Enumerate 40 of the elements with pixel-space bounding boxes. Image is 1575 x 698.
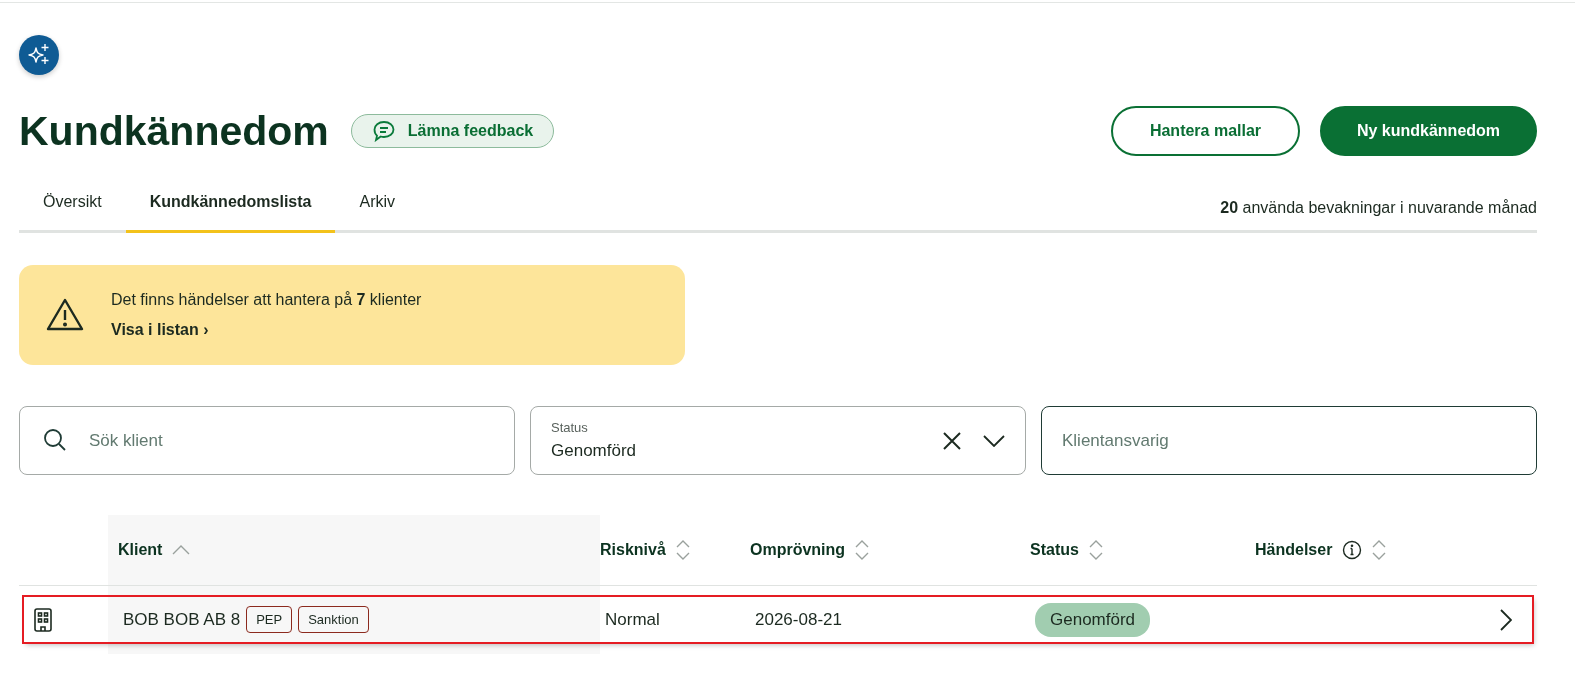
warning-icon [45,297,85,333]
column-header[interactable]: Status [1030,541,1079,559]
usage-text: 20 använda bevakningar i nuvarande månad [1220,198,1537,217]
chat-bubble-icon [371,120,396,142]
search-field[interactable]: Sök klient [19,406,515,475]
tab[interactable]: Arkiv [335,173,420,233]
table-cell: Normal [605,609,660,630]
field-value: Genomförd [551,441,638,461]
sort-icon[interactable] [1088,539,1103,561]
column-header[interactable]: Klient [118,541,163,559]
alert-message: Det finns händelser att hantera på 7 klienter [111,291,422,309]
secondary-button[interactable]: Hantera mallar [1111,106,1300,156]
info-icon[interactable] [1342,540,1363,560]
table-cell: 2026-08-21 [755,609,842,630]
status-dropdown[interactable]: Status Genomförd [530,406,1026,475]
column-header[interactable]: Händelser [1255,541,1333,559]
sort-icon[interactable] [1372,539,1387,561]
field-label: Status [551,420,589,435]
chevron-down-icon[interactable] [983,434,1005,447]
chevron-right-icon[interactable] [1500,608,1512,631]
sort-icon[interactable] [675,539,690,561]
status-pill: Genomförd [1035,602,1151,637]
search-icon [43,428,67,452]
tag: PEP [246,606,293,633]
feedback-button[interactable]: Lämna feedback [350,114,555,148]
tab[interactable]: Översikt [19,173,126,233]
clear-icon[interactable] [943,431,961,450]
table-row[interactable]: BOB BOB AB 8 PEP Sanktion Normal 2026-08-21 Genomförd [24,597,1532,642]
responsible-field[interactable]: Klientansvarig [1041,406,1537,475]
page-title: Kundkännedom [19,107,329,155]
show-in-list-link[interactable]: Visa i listan › [111,321,422,339]
sort-icon[interactable] [855,539,870,561]
column-header[interactable]: Risknivå [600,541,666,559]
tab[interactable]: Kundkännedomslista [125,173,336,233]
column-header[interactable]: Omprövning [750,541,846,559]
building-icon [34,607,52,632]
sparkle-button[interactable] [19,35,59,75]
primary-button[interactable]: Ny kundkännedom [1320,106,1537,156]
tag: Sanktion [298,606,369,633]
client-name: BOB BOB AB 8 [123,609,241,630]
